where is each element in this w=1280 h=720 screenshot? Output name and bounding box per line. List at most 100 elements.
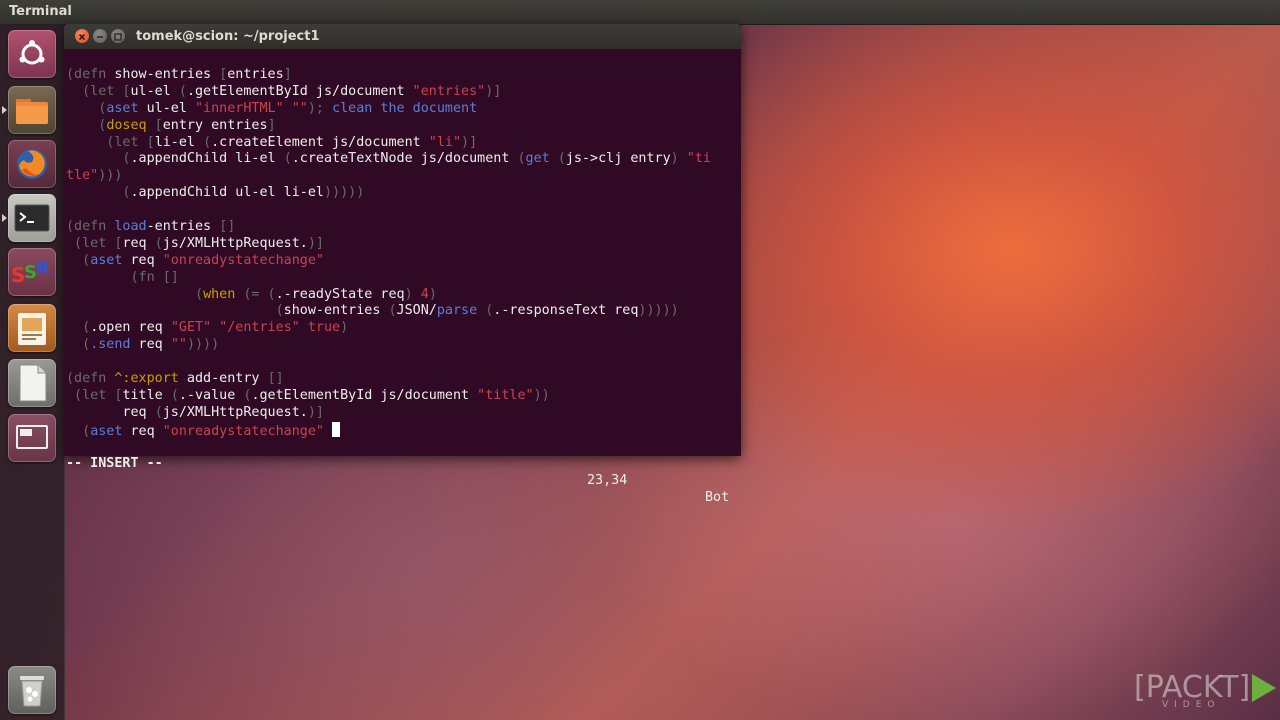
code-token: ( bbox=[66, 185, 131, 201]
code-token: ul-el bbox=[138, 100, 195, 116]
vim-buffer[interactable]: (defn show-entries [entries] (let [ul-el… bbox=[66, 67, 711, 439]
close-icon bbox=[78, 33, 86, 41]
code-line: tle"))) bbox=[66, 168, 711, 185]
code-line: (aset ul-el "innerHTML" ""); clean the d… bbox=[66, 101, 711, 118]
code-token: js/XMLHttpRequest. bbox=[162, 235, 308, 251]
code-line: (let [req (js/XMLHttpRequest.)] bbox=[66, 236, 711, 253]
code-token: clean the document bbox=[332, 100, 478, 116]
code-token: JSON/ bbox=[396, 303, 437, 319]
cursor-position: 23,34 bbox=[587, 473, 628, 488]
code-token: "onreadystatechange" bbox=[162, 252, 324, 268]
code-line: (doseq [entry entries] bbox=[66, 118, 711, 135]
code-token: "ti bbox=[686, 151, 711, 167]
code-token: ) bbox=[428, 286, 437, 302]
code-token: ( bbox=[154, 235, 163, 251]
code-line: (defn ^:export add-entry [] bbox=[66, 371, 711, 388]
code-token: req bbox=[122, 423, 163, 439]
code-token: ( bbox=[66, 100, 107, 116]
minimize-button[interactable] bbox=[93, 29, 107, 43]
maximize-button[interactable] bbox=[111, 29, 125, 43]
code-line: (defn load-entries [] bbox=[66, 219, 711, 236]
code-token: "innerHTML" "" bbox=[195, 100, 308, 116]
launcher-files-button[interactable] bbox=[8, 86, 56, 134]
launcher-firefox-button[interactable] bbox=[8, 140, 56, 188]
code-token: ] bbox=[267, 117, 276, 133]
launcher-running-indicator bbox=[2, 214, 7, 222]
code-token: "GET" "/entries" true bbox=[170, 320, 341, 336]
code-token: "onreadystatechange" bbox=[162, 423, 324, 439]
code-token: load bbox=[114, 219, 147, 235]
code-token: [ bbox=[146, 117, 163, 133]
code-line: (when (= (.-readyState req) 4) bbox=[66, 287, 711, 304]
code-line: (.appendChild ul-el li-el))))) bbox=[66, 185, 711, 202]
code-token: ^:export bbox=[114, 371, 179, 387]
window-title: tomek@scion: ~/project1 bbox=[136, 29, 320, 44]
code-token: (defn bbox=[66, 67, 115, 82]
code-token: entries bbox=[227, 67, 284, 82]
code-token: )) bbox=[533, 387, 550, 403]
code-token: ( bbox=[66, 303, 284, 319]
code-token: ))))) bbox=[638, 303, 679, 319]
code-token: .appendChild li-el bbox=[130, 151, 284, 167]
code-token: -entries bbox=[146, 219, 220, 235]
code-token: aset bbox=[90, 423, 123, 439]
minimize-icon bbox=[97, 36, 103, 38]
code-token: )] bbox=[307, 235, 324, 251]
code-token: when bbox=[203, 286, 236, 302]
code-token: ))) bbox=[98, 168, 123, 184]
code-token: ( bbox=[170, 387, 179, 403]
code-token: ) bbox=[670, 151, 687, 167]
launcher-ssr-button[interactable]: S S R bbox=[8, 248, 56, 296]
code-token: parse bbox=[436, 303, 478, 319]
code-token: )] bbox=[485, 83, 502, 99]
play-icon bbox=[1252, 674, 1276, 702]
code-token: js->clj entry bbox=[565, 151, 671, 167]
code-token: ( bbox=[66, 320, 91, 336]
code-token: (= ( bbox=[235, 286, 276, 302]
launcher-impress-button[interactable] bbox=[8, 304, 56, 352]
code-token: (fn [] bbox=[66, 269, 179, 285]
code-line: (.send req "")))) bbox=[66, 337, 711, 354]
code-line: req (js/XMLHttpRequest.)] bbox=[66, 405, 711, 422]
code-line: (aset req "onreadystatechange" bbox=[66, 253, 711, 270]
code-line: (.appendChild li-el (.createTextNode js/… bbox=[66, 151, 711, 168]
launcher-terminal-button[interactable] bbox=[8, 194, 56, 242]
launcher-running-indicator bbox=[2, 106, 7, 114]
code-token: tle" bbox=[66, 168, 99, 184]
launcher-trash-button[interactable] bbox=[8, 666, 56, 714]
code-token: )] bbox=[461, 134, 478, 150]
code-line: (show-entries (JSON/parse (.-responseTex… bbox=[66, 303, 711, 320]
code-token: )] bbox=[307, 404, 324, 420]
code-token: ( bbox=[66, 337, 91, 353]
launcher-dash-button[interactable] bbox=[8, 30, 56, 78]
close-button[interactable] bbox=[75, 29, 89, 43]
firefox-icon bbox=[17, 149, 47, 179]
code-line: (let [title (.-value (.getElementById js… bbox=[66, 388, 711, 405]
code-token: "title" bbox=[477, 387, 534, 403]
code-line: (defn show-entries [entries] bbox=[66, 67, 711, 84]
code-token: ( bbox=[549, 151, 566, 167]
code-token: .getElementById js/document bbox=[186, 83, 413, 99]
code-token: req bbox=[122, 235, 155, 251]
code-token: .open req bbox=[90, 320, 171, 336]
code-token: ul-el bbox=[130, 83, 179, 99]
code-token: aset bbox=[106, 100, 139, 116]
code-token: 4 bbox=[420, 286, 429, 302]
code-line: (.open req "GET" "/entries" true) bbox=[66, 320, 711, 337]
launcher-workspace-button[interactable] bbox=[8, 414, 56, 462]
code-token: req bbox=[130, 337, 171, 353]
code-token: js/XMLHttpRequest. bbox=[162, 404, 308, 420]
code-token: get bbox=[525, 151, 550, 167]
unity-launcher: S S R bbox=[0, 24, 65, 720]
code-token: ( bbox=[66, 286, 204, 302]
code-token: show-entries bbox=[114, 67, 220, 82]
launcher-document-button[interactable] bbox=[8, 359, 56, 407]
ssr-icon: S S R bbox=[11, 258, 50, 287]
code-token: .createElement js/document bbox=[211, 134, 429, 150]
terminal-window[interactable]: tomek@scion: ~/project1 (defn show-entri… bbox=[64, 24, 741, 505]
window-titlebar[interactable]: tomek@scion: ~/project1 bbox=[64, 24, 741, 49]
